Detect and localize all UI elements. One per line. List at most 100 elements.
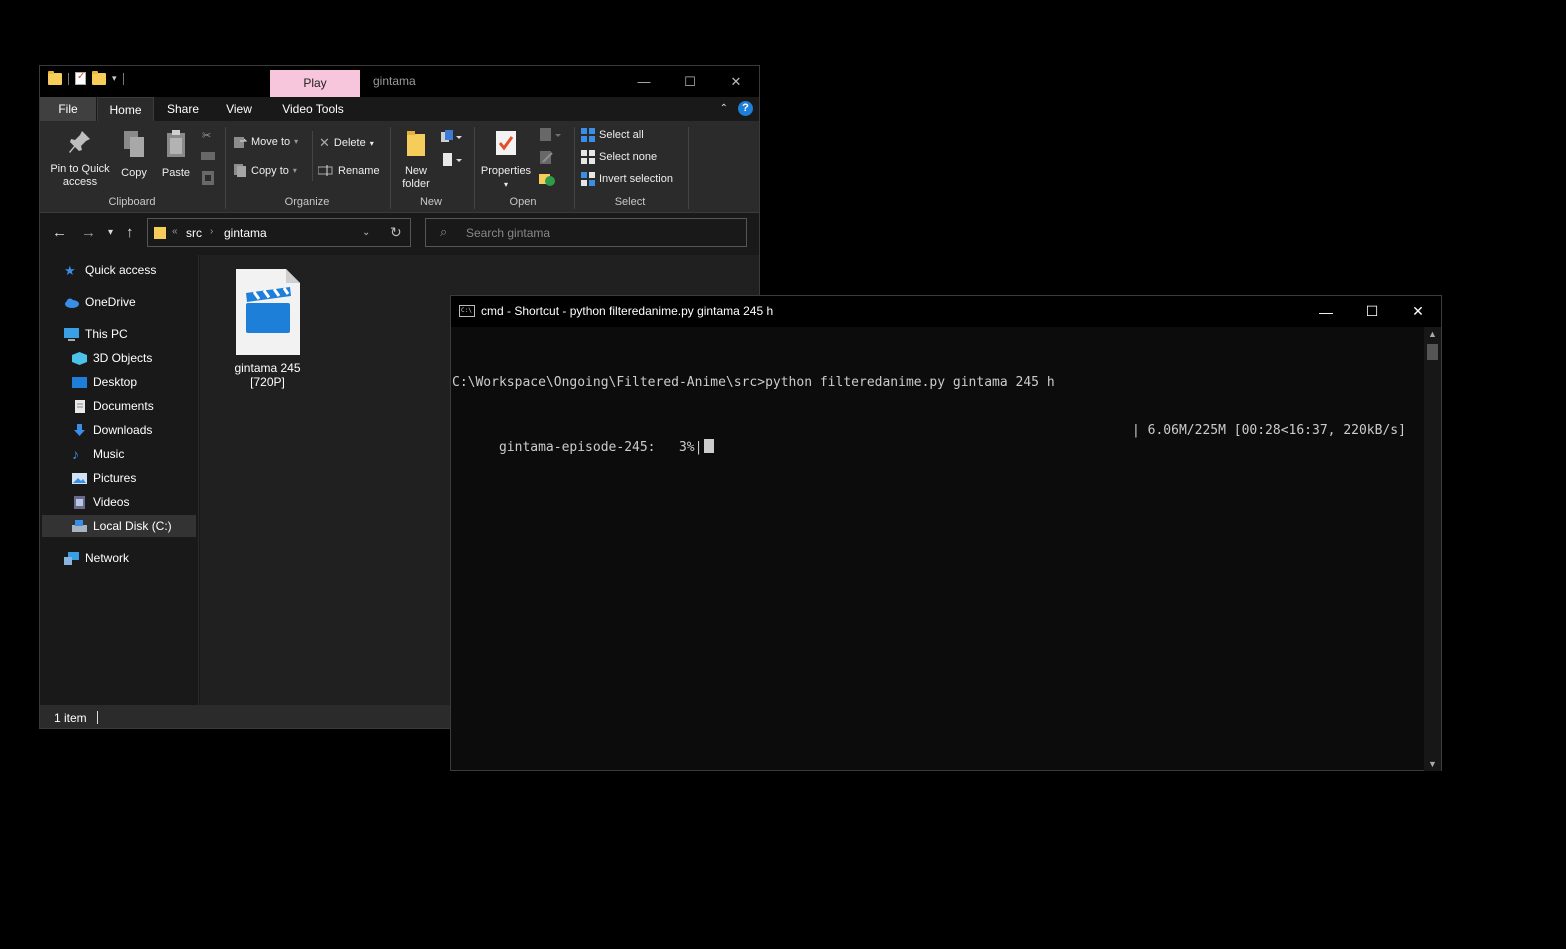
search-placeholder: Search gintama [466, 226, 551, 240]
invert-selection-button[interactable]: Invert selection [581, 172, 673, 186]
help-icon[interactable]: ? [738, 101, 753, 116]
nav-item-documents[interactable]: Documents [72, 395, 154, 417]
minimize-button[interactable]: — [1303, 296, 1349, 327]
open-icon[interactable] [540, 128, 562, 142]
pin-to-quick-access-button[interactable]: Pin to Quick access [46, 129, 114, 189]
drive-icon [72, 519, 87, 532]
tab-video-tools[interactable]: Video Tools [278, 97, 348, 121]
refresh-icon[interactable]: ↻ [390, 224, 402, 241]
status-divider [97, 711, 98, 724]
nav-label: Videos [93, 495, 130, 509]
group-clipboard-label: Clipboard [108, 196, 156, 208]
terminal-icon[interactable] [459, 305, 475, 317]
nav-item-downloads[interactable]: Downloads [72, 419, 152, 441]
select-none-button[interactable]: Select none [581, 150, 657, 164]
select-all-button[interactable]: Select all [581, 128, 644, 142]
select-none-label: Select none [599, 151, 658, 163]
maximize-button[interactable]: ☐ [667, 66, 713, 97]
tab-share[interactable]: Share [163, 97, 203, 121]
paste-shortcut-icon[interactable] [202, 171, 214, 185]
nav-label: Local Disk (C:) [93, 519, 172, 533]
close-button[interactable]: ✕ [1395, 296, 1441, 327]
move-to-chevron-icon: ▾ [294, 137, 299, 146]
new-item-icon[interactable] [441, 130, 463, 144]
up-arrow-icon[interactable]: ↑ [126, 224, 134, 241]
nav-item-videos[interactable]: Videos [72, 491, 129, 513]
group-divider [688, 127, 689, 209]
copy-label: Copy [121, 167, 147, 179]
scroll-up-chevron-icon[interactable]: ▲ [1428, 329, 1437, 339]
cut-icon[interactable]: ✂ [202, 129, 211, 142]
new-folder-button[interactable]: New folder [396, 129, 436, 191]
tab-view[interactable]: View [224, 97, 254, 121]
delete-label: Delete [333, 137, 366, 149]
file-item[interactable]: gintama 245 [720P] [220, 269, 315, 389]
breadcrumb-src[interactable]: src [186, 226, 202, 240]
select-all-icon [581, 128, 595, 142]
nav-label: Music [93, 447, 125, 461]
invert-selection-label: Invert selection [599, 173, 673, 185]
paste-label: Paste [161, 167, 191, 179]
minimize-button[interactable]: — [621, 66, 667, 97]
customize-toolbar-chevron-icon[interactable]: ▾ [112, 73, 117, 84]
nav-item-desktop[interactable]: Desktop [72, 371, 137, 393]
nav-item-network[interactable]: Network [64, 547, 129, 569]
nav-item-local-disk[interactable]: Local Disk (C:) [42, 515, 196, 537]
move-to-label: Move to [251, 135, 291, 148]
music-note-icon: ♪ [72, 445, 79, 462]
nav-item-pictures[interactable]: Pictures [72, 467, 136, 489]
history-icon[interactable] [539, 172, 555, 186]
nav-label: This PC [85, 327, 128, 341]
copy-to-button[interactable]: Copy to ▾ [234, 164, 297, 177]
maximize-button[interactable]: ☐ [1349, 296, 1395, 327]
toolbar-divider [122, 72, 124, 85]
nav-item-this-pc[interactable]: This PC [64, 323, 128, 345]
rename-button[interactable]: Rename [318, 164, 380, 177]
overflow-chevrons-icon[interactable]: « [172, 226, 178, 237]
nav-item-3d-objects[interactable]: 3D Objects [72, 347, 152, 369]
breadcrumb-gintama[interactable]: gintama [224, 226, 267, 240]
tab-file[interactable]: File [40, 97, 96, 121]
vertical-scrollbar[interactable]: ▲ ▼ [1424, 327, 1441, 771]
explorer-titlebar: ▾ Play gintama — ☐ ✕ [40, 66, 759, 97]
select-none-icon [581, 150, 595, 164]
collapse-ribbon-chevron-icon[interactable]: ⌃ [720, 103, 728, 114]
desktop-icon [72, 376, 87, 388]
new-folder-icon[interactable] [92, 70, 106, 85]
nav-item-music[interactable]: ♪ Music [72, 443, 124, 465]
paste-button[interactable]: Paste [158, 129, 194, 180]
group-open-label: Open [509, 196, 537, 208]
breadcrumb-separator-icon: › [210, 226, 214, 237]
scroll-down-chevron-icon[interactable]: ▼ [1428, 759, 1437, 769]
scrollbar-thumb[interactable] [1427, 344, 1438, 360]
back-arrow-icon[interactable]: ← [52, 224, 67, 241]
nav-item-quick-access[interactable]: ★ Quick access [64, 259, 156, 281]
pin-label-2: access [62, 176, 98, 188]
search-input[interactable]: ⌕ Search gintama [425, 218, 747, 247]
close-button[interactable]: ✕ [713, 66, 759, 97]
folder-icon [48, 70, 62, 85]
document-icon [75, 399, 85, 413]
copy-path-icon[interactable] [201, 151, 215, 161]
easy-access-icon[interactable] [441, 153, 463, 167]
nav-item-onedrive[interactable]: OneDrive [64, 291, 136, 313]
pin-icon [69, 131, 90, 153]
recent-locations-chevron-icon[interactable]: ▾ [108, 227, 113, 238]
address-bar[interactable]: « src › gintama ⌄ ↻ [147, 218, 411, 247]
tab-home[interactable]: Home [97, 97, 154, 121]
forward-arrow-icon[interactable]: → [81, 224, 96, 241]
copy-icon [124, 131, 144, 157]
properties-button[interactable]: Properties ▾ [478, 129, 534, 191]
rename-label: Rename [338, 164, 380, 177]
properties-icon[interactable] [75, 71, 86, 85]
copy-button[interactable]: Copy [118, 129, 150, 180]
cube-icon [72, 351, 87, 365]
play-context-tab[interactable]: Play [270, 70, 360, 97]
terminal-output[interactable]: C:\Workspace\Ongoing\Filtered-Anime\src>… [452, 343, 1422, 471]
toolbar-divider [68, 72, 69, 85]
address-dropdown-chevron-icon[interactable]: ⌄ [362, 227, 370, 238]
move-to-button[interactable]: Move to ▾ [234, 135, 298, 148]
edit-icon[interactable] [540, 151, 554, 165]
item-count: 1 item [54, 711, 87, 725]
delete-button[interactable]: ✕ Delete ▾ [319, 135, 374, 151]
